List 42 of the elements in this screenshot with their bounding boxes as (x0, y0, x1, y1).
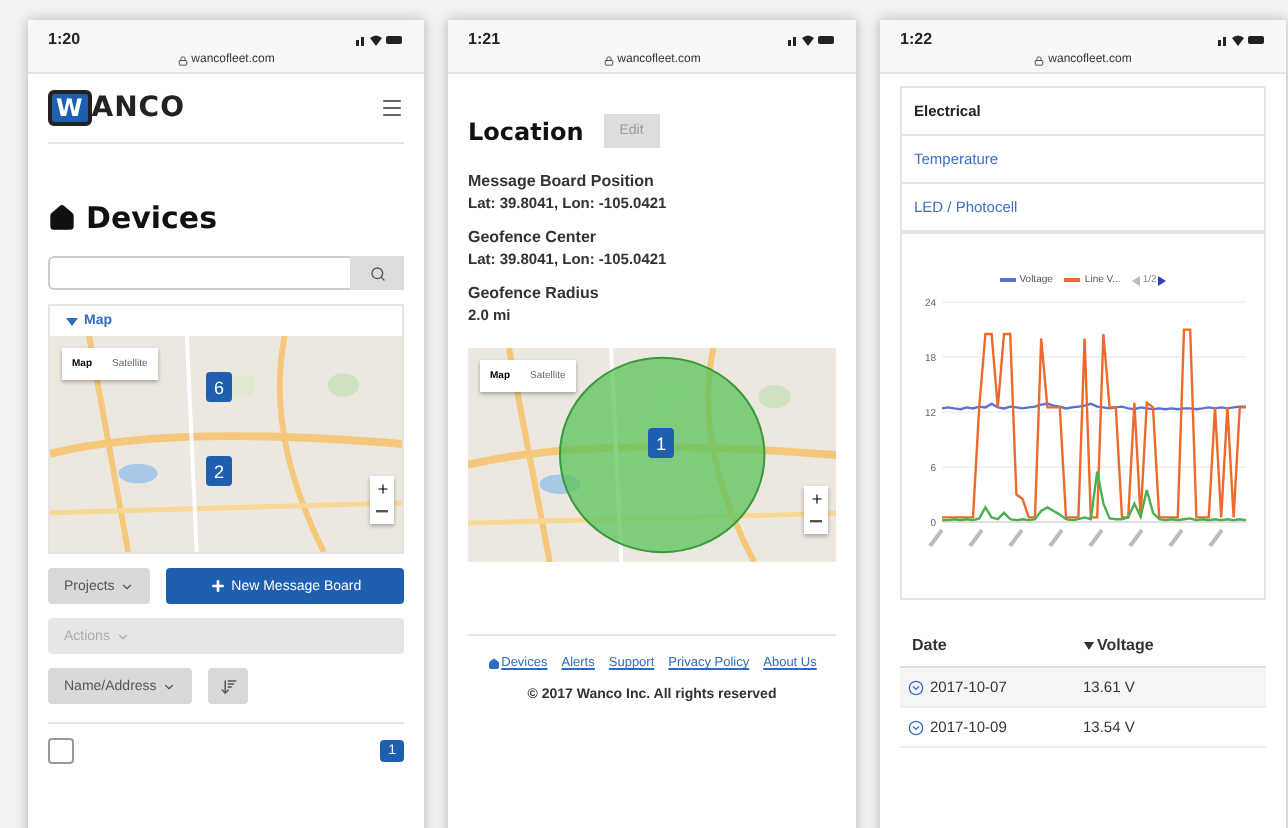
expand-icon[interactable] (908, 719, 924, 735)
plus-icon (209, 578, 226, 594)
page-title: Devices (86, 200, 218, 236)
section-title: Location (468, 117, 584, 145)
clock-time: 1:20 (48, 30, 81, 48)
status-icons (1218, 33, 1266, 45)
field-label: Geofence Radius (468, 284, 601, 302)
chevron-down-icon (115, 629, 130, 643)
map-marker[interactable]: 2 (206, 456, 232, 486)
minus-icon (376, 510, 388, 514)
minus-icon (810, 520, 822, 524)
zoom-out-button[interactable] (804, 510, 828, 534)
sort-order-button[interactable] (208, 668, 249, 704)
search-icon (369, 265, 385, 281)
next-arrow-icon[interactable] (1158, 275, 1167, 285)
map-marker[interactable]: 1 (648, 428, 674, 458)
row-checkbox[interactable] (48, 738, 74, 764)
sort-caret-icon (1083, 641, 1093, 649)
field-label: Message Board Position (468, 172, 656, 190)
status-icons (356, 33, 404, 45)
sort-icon (219, 677, 238, 695)
status-icons (788, 33, 836, 45)
house-icon (48, 204, 76, 232)
plus-icon (375, 481, 389, 495)
search-button[interactable] (350, 256, 404, 290)
expand-icon[interactable] (908, 679, 924, 695)
menu-icon[interactable] (380, 96, 404, 120)
column-header[interactable]: Date (912, 636, 1083, 654)
column-header[interactable]: Voltage (1083, 636, 1254, 654)
search-field[interactable] (48, 256, 350, 290)
zoom-out-button[interactable] (370, 500, 394, 524)
house-icon (487, 657, 500, 669)
logo: W ANCO (48, 90, 185, 126)
clock-time: 1:21 (468, 30, 501, 48)
clock-time: 1:22 (900, 30, 933, 48)
chevron-down-icon (162, 679, 177, 693)
chevron-down-icon (120, 579, 135, 593)
map-marker[interactable]: 6 (206, 372, 232, 402)
field-label: Geofence Center (468, 228, 599, 246)
zoom-in-button[interactable] (804, 486, 828, 510)
plus-icon (809, 491, 823, 505)
zoom-in-button[interactable] (370, 476, 394, 500)
